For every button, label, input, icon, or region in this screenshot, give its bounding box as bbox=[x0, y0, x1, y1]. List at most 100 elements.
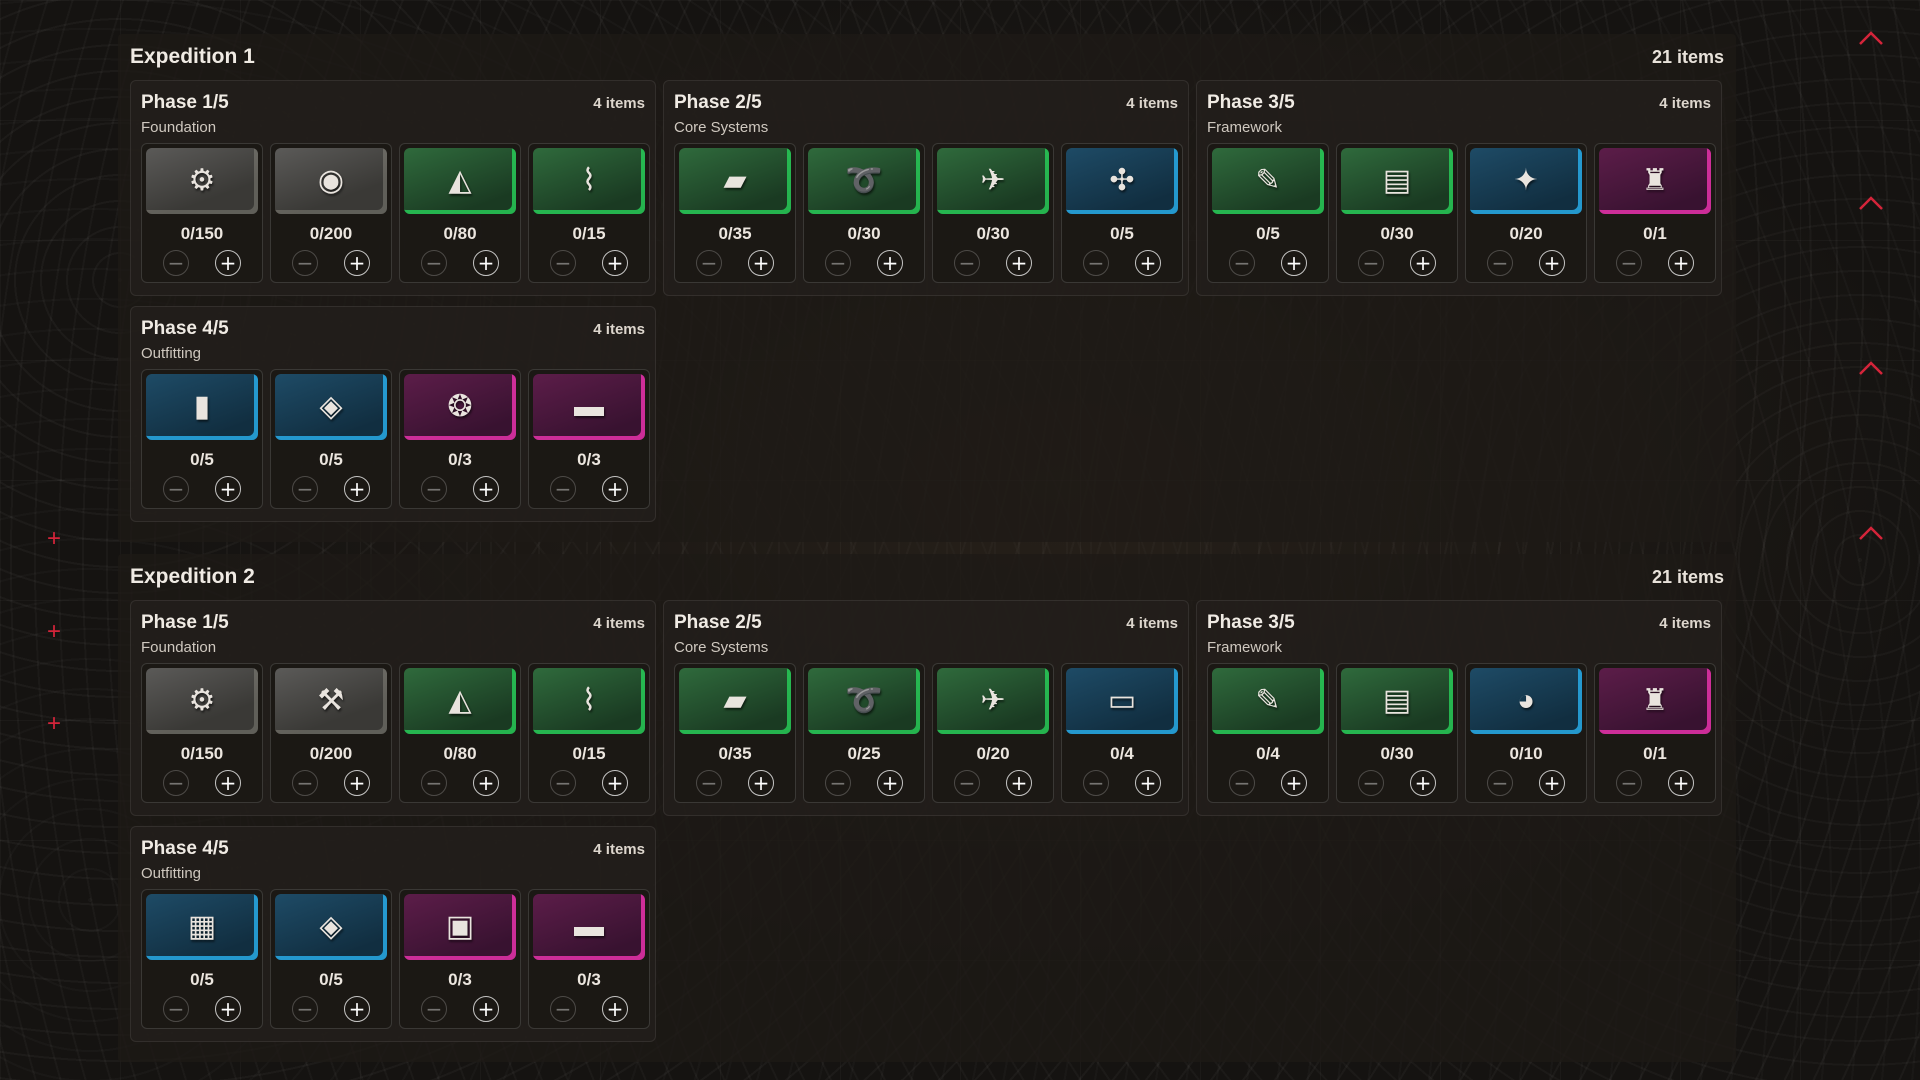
expedition-header[interactable]: Expedition 1 21 items bbox=[118, 34, 1736, 80]
item-quantity: 0/80 bbox=[443, 224, 477, 243]
decrement-button[interactable]: − bbox=[696, 250, 722, 276]
component-icon: ✈ bbox=[980, 684, 1006, 717]
increment-button[interactable]: + bbox=[1410, 770, 1436, 796]
increment-button[interactable]: + bbox=[1006, 770, 1032, 796]
increment-button[interactable]: + bbox=[877, 250, 903, 276]
increment-button[interactable]: + bbox=[748, 770, 774, 796]
resource-item: ⚙ 0/150 − + bbox=[141, 143, 263, 283]
decrement-button[interactable]: − bbox=[1083, 770, 1109, 796]
item-quantity: 0/5 bbox=[319, 970, 343, 989]
decrement-button[interactable]: − bbox=[1616, 250, 1642, 276]
increment-button[interactable]: + bbox=[602, 996, 628, 1022]
item-quantity: 0/5 bbox=[1110, 224, 1134, 243]
decrement-button[interactable]: − bbox=[550, 476, 576, 502]
resource-item: ▮ 0/5− + bbox=[141, 369, 263, 509]
decrement-button[interactable]: − bbox=[696, 770, 722, 796]
quantity-stepper: − + bbox=[1341, 770, 1453, 796]
item-quantity: 0/1 bbox=[1643, 744, 1667, 763]
increment-button[interactable]: + bbox=[602, 250, 628, 276]
resource-item: ▭ 0/4− + bbox=[1061, 663, 1183, 803]
increment-button[interactable]: + bbox=[215, 476, 241, 502]
quantity-stepper: − + bbox=[937, 770, 1049, 796]
decrement-button[interactable]: − bbox=[1358, 770, 1384, 796]
increment-button[interactable]: + bbox=[1281, 770, 1307, 796]
decrement-button[interactable]: − bbox=[1616, 770, 1642, 796]
decrement-button[interactable]: − bbox=[292, 996, 318, 1022]
increment-button[interactable]: + bbox=[1006, 250, 1032, 276]
decrement-button[interactable]: − bbox=[825, 770, 851, 796]
increment-button[interactable]: + bbox=[215, 996, 241, 1022]
decrement-button[interactable]: − bbox=[163, 476, 189, 502]
decrement-button[interactable]: − bbox=[825, 250, 851, 276]
increment-button[interactable]: + bbox=[1410, 250, 1436, 276]
decrement-button[interactable]: − bbox=[1229, 770, 1255, 796]
expedition-header[interactable]: Expedition 2 21 items bbox=[118, 554, 1736, 600]
collapse-chevron-up-icon[interactable] bbox=[1858, 195, 1884, 211]
increment-button[interactable]: + bbox=[215, 250, 241, 276]
increment-button[interactable]: + bbox=[473, 996, 499, 1022]
decrement-button[interactable]: − bbox=[1487, 770, 1513, 796]
increment-button[interactable]: + bbox=[1539, 770, 1565, 796]
arc-alloy-icon: ◭ bbox=[448, 164, 472, 197]
decrement-button[interactable]: − bbox=[421, 996, 447, 1022]
phase-card: Phase 1/5 4 items Foundation ⚙ 0/150− + ◉ 0/200… bbox=[130, 80, 656, 296]
decrement-button[interactable]: − bbox=[550, 996, 576, 1022]
quantity-stepper: − + bbox=[404, 250, 516, 276]
decrement-button[interactable]: − bbox=[163, 770, 189, 796]
decrement-button[interactable]: − bbox=[292, 770, 318, 796]
resource-item: ▤ 0/30 − + bbox=[1336, 143, 1458, 283]
increment-button[interactable]: + bbox=[748, 250, 774, 276]
plate-icon: ▦ bbox=[187, 910, 217, 943]
item-quantity: 0/80 bbox=[443, 744, 477, 763]
increment-button[interactable]: + bbox=[602, 770, 628, 796]
item-thumbnail: ✎ bbox=[1212, 148, 1324, 214]
increment-button[interactable]: + bbox=[344, 476, 370, 502]
rubber-parts-icon: ◉ bbox=[317, 164, 345, 197]
increment-button[interactable]: + bbox=[1539, 250, 1565, 276]
increment-button[interactable]: + bbox=[1668, 770, 1694, 796]
increment-button[interactable]: + bbox=[344, 250, 370, 276]
item-thumbnail: ▤ bbox=[1341, 148, 1453, 214]
decrement-button[interactable]: − bbox=[163, 996, 189, 1022]
expedition-item-count: 21 items bbox=[1651, 566, 1724, 587]
increment-button[interactable]: + bbox=[602, 476, 628, 502]
increment-button[interactable]: + bbox=[1135, 250, 1161, 276]
decrement-button[interactable]: − bbox=[1083, 250, 1109, 276]
increment-button[interactable]: + bbox=[473, 476, 499, 502]
decrement-button[interactable]: − bbox=[550, 770, 576, 796]
increment-button[interactable]: + bbox=[215, 770, 241, 796]
decrement-button[interactable]: − bbox=[1358, 250, 1384, 276]
increment-button[interactable]: + bbox=[473, 770, 499, 796]
increment-button[interactable]: + bbox=[877, 770, 903, 796]
resource-item: ✣ 0/5− + bbox=[1061, 143, 1183, 283]
increment-button[interactable]: + bbox=[1668, 250, 1694, 276]
quantity-stepper: − + bbox=[1470, 250, 1582, 276]
increment-button[interactable]: + bbox=[1281, 250, 1307, 276]
decrement-button[interactable]: − bbox=[550, 250, 576, 276]
resource-item: ✈ 0/20 − + bbox=[932, 663, 1054, 803]
increment-button[interactable]: + bbox=[473, 250, 499, 276]
increment-button[interactable]: + bbox=[1135, 770, 1161, 796]
decrement-button[interactable]: − bbox=[954, 250, 980, 276]
collapse-chevron-up-icon[interactable] bbox=[1858, 30, 1884, 46]
quantity-stepper: − + bbox=[146, 250, 258, 276]
decrement-button[interactable]: − bbox=[954, 770, 980, 796]
decrement-button[interactable]: − bbox=[1229, 250, 1255, 276]
collapse-chevron-up-icon[interactable] bbox=[1858, 525, 1884, 541]
decrement-button[interactable]: − bbox=[163, 250, 189, 276]
quantity-stepper: − + bbox=[1470, 770, 1582, 796]
decrement-button[interactable]: − bbox=[292, 476, 318, 502]
item-quantity: 0/4 bbox=[1256, 744, 1280, 763]
resource-item: ⚙ 0/150 − + bbox=[141, 663, 263, 803]
item-quantity: 0/3 bbox=[448, 450, 472, 469]
decrement-button[interactable]: − bbox=[421, 770, 447, 796]
item-thumbnail: ▮ bbox=[146, 374, 258, 440]
increment-button[interactable]: + bbox=[344, 770, 370, 796]
decrement-button[interactable]: − bbox=[421, 250, 447, 276]
decrement-button[interactable]: − bbox=[1487, 250, 1513, 276]
item-thumbnail: ⌇ bbox=[533, 668, 645, 734]
collapse-chevron-up-icon[interactable] bbox=[1858, 360, 1884, 376]
increment-button[interactable]: + bbox=[344, 996, 370, 1022]
decrement-button[interactable]: − bbox=[292, 250, 318, 276]
decrement-button[interactable]: − bbox=[421, 476, 447, 502]
